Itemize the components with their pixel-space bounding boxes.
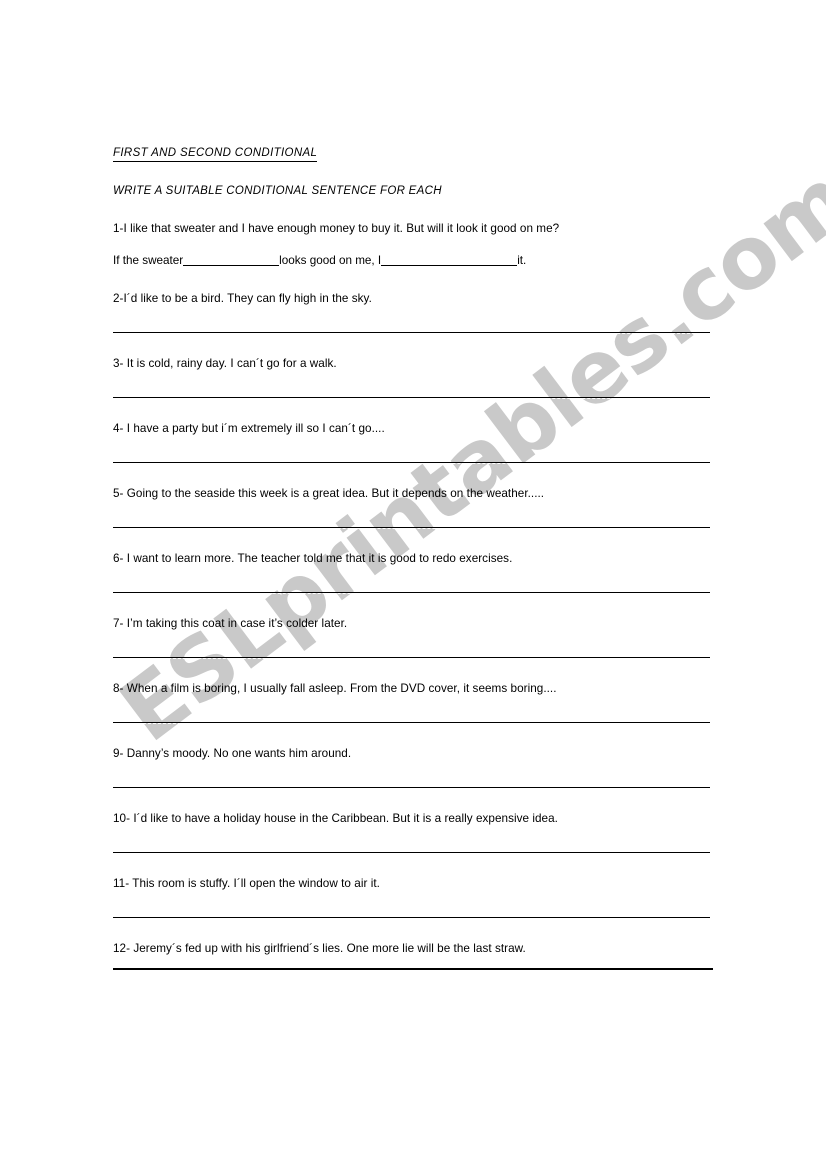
question-item-5: 5- Going to the seaside this week is a g…	[113, 486, 713, 530]
question-prompt: 10- I´d like to have a holiday house in …	[113, 812, 558, 825]
question-prompt: 5- Going to the seaside this week is a g…	[113, 487, 545, 500]
answer-blank-line[interactable]	[113, 583, 710, 595]
answer-blank-line[interactable]	[113, 323, 710, 335]
answer-blank-line[interactable]	[113, 518, 710, 530]
answer-blank-line[interactable]	[113, 648, 710, 660]
answer-fill-in-line[interactable]: If the sweater looks good on me, I it.	[113, 253, 713, 268]
answer-blank-line[interactable]	[113, 843, 710, 855]
answer-blank-line[interactable]	[113, 453, 710, 465]
question-prompt: 7- I’m taking this coat in case it’s col…	[113, 617, 348, 630]
question-item-12: 12- Jeremy´s fed up with his girlfriend´…	[113, 941, 713, 970]
fill-text-after: it.	[517, 254, 527, 267]
question-item-8: 8- When a film is boring, I usually fall…	[113, 681, 713, 725]
answer-blank-1[interactable]	[183, 254, 280, 266]
question-item-9: 9- Danny’s moody. No one wants him aroun…	[113, 746, 713, 790]
answer-blank-line[interactable]	[113, 778, 710, 790]
bottom-divider	[113, 968, 713, 970]
question-prompt: 11- This room is stuffy. I´ll open the w…	[113, 877, 380, 890]
question-item-3: 3- It is cold, rainy day. I can´t go for…	[113, 356, 713, 400]
question-item-7: 7- I’m taking this coat in case it’s col…	[113, 616, 713, 660]
instruction-text: WRITE A SUITABLE CONDITIONAL SENTENCE FO…	[113, 185, 442, 197]
page-title: FIRST AND SECOND CONDITIONAL	[113, 146, 318, 162]
question-prompt: 6- I want to learn more. The teacher tol…	[113, 552, 513, 565]
worksheet-body: FIRST AND SECOND CONDITIONAL WRITE A SUI…	[113, 143, 713, 970]
question-prompt: 2-I´d like to be a bird. They can fly hi…	[113, 292, 372, 305]
answer-blank-line[interactable]	[113, 713, 710, 725]
question-prompt: 8- When a film is boring, I usually fall…	[113, 682, 557, 695]
question-item-4: 4- I have a party but i´m extremely ill …	[113, 421, 713, 465]
answer-blank-line[interactable]	[113, 908, 710, 920]
question-prompt: 3- It is cold, rainy day. I can´t go for…	[113, 357, 337, 370]
answer-blank-line[interactable]	[113, 388, 710, 400]
fill-text-middle: looks good on me, I	[279, 254, 382, 267]
question-prompt: 12- Jeremy´s fed up with his girlfriend´…	[113, 942, 526, 955]
question-item-10: 10- I´d like to have a holiday house in …	[113, 811, 713, 855]
question-item-2: 2-I´d like to be a bird. They can fly hi…	[113, 291, 713, 335]
answer-blank-2[interactable]	[381, 254, 518, 266]
question-prompt: 1-I like that sweater and I have enough …	[113, 222, 560, 235]
question-prompt: 9- Danny’s moody. No one wants him aroun…	[113, 747, 352, 760]
question-item-6: 6- I want to learn more. The teacher tol…	[113, 551, 713, 595]
question-prompt: 4- I have a party but i´m extremely ill …	[113, 422, 385, 435]
worksheet-page: ESLprintables.com FIRST AND SECOND CONDI…	[0, 0, 826, 1169]
fill-text-before: If the sweater	[113, 254, 184, 267]
question-item-11: 11- This room is stuffy. I´ll open the w…	[113, 876, 713, 920]
question-item-1: 1-I like that sweater and I have enough …	[113, 221, 713, 268]
